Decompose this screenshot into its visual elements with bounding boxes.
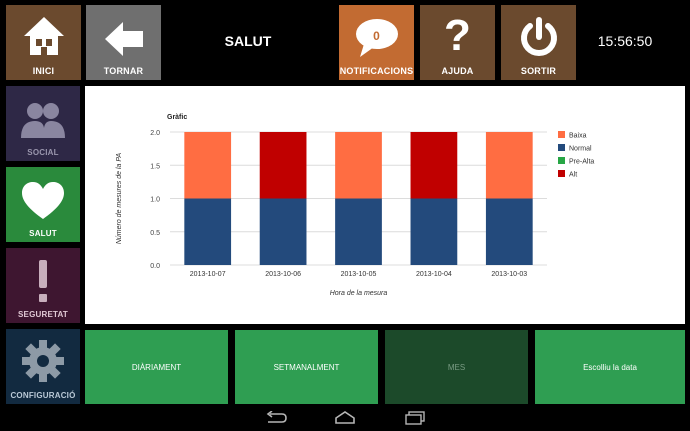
legend-label: Alt	[569, 172, 577, 179]
y-axis-title: Número de mesures de la PA	[116, 153, 123, 245]
sidebar-item-salut[interactable]: SALUT	[6, 167, 80, 242]
home-icon	[23, 17, 64, 55]
nav-home-icon[interactable]	[334, 411, 356, 425]
home-label: INICI	[32, 66, 55, 76]
notifications-count: 0	[373, 29, 380, 43]
y-tick-label: 1.0	[150, 197, 160, 204]
bar-segment-alt	[410, 132, 458, 199]
legend-swatch	[558, 170, 565, 177]
bar-segment-baixa	[485, 132, 533, 199]
legend-label: Normal	[569, 146, 592, 153]
power-icon	[520, 17, 557, 56]
heart-icon	[22, 182, 64, 219]
question-mark-icon: ?	[444, 11, 471, 60]
chart-title: Gràfic	[167, 114, 187, 121]
sidebar-item-seguretat[interactable]: SEGURETAT	[6, 248, 80, 323]
bar-segment-alt	[259, 132, 307, 199]
tab-daily-label: DIÀRIAMENT	[131, 362, 182, 372]
tab-month-label: MES	[447, 362, 466, 372]
notifications-label: NOTIFICACIONS	[339, 66, 414, 76]
sidebar-item-label: SEGURETAT	[18, 310, 68, 319]
tab-daily[interactable]: DIÀRIAMENT	[85, 330, 228, 404]
chart-panel: Gràfic 0.0 0.5 1.0 1.5 2.0 2013-10-07 2013-10-0…	[85, 86, 685, 324]
back-button[interactable]: TORNAR	[86, 5, 161, 80]
help-button[interactable]: ? AJUDA	[420, 5, 495, 80]
x-tick-label: 2013-10-04	[416, 271, 452, 278]
choose-date-button[interactable]: Escolliu la data	[535, 330, 685, 404]
back-arrow-icon	[104, 22, 143, 56]
sidebar-item-configuracio[interactable]: CONFIGURACIÓ	[6, 329, 80, 404]
gear-icon	[22, 340, 64, 382]
x-axis-title: Hora de la mesura	[330, 290, 388, 297]
notifications-button[interactable]: 0 NOTIFICACIONS	[339, 5, 414, 80]
legend-label: Baixa	[569, 133, 587, 140]
x-tick-label: 2013-10-06	[265, 271, 301, 278]
nav-recents-icon[interactable]	[404, 411, 426, 425]
home-button[interactable]: INICI	[6, 5, 81, 80]
legend-swatch	[558, 131, 565, 138]
x-tick-label: 2013-10-07	[190, 271, 226, 278]
bar-segment-normal	[184, 198, 232, 265]
sidebar-item-label: SOCIAL	[27, 148, 59, 157]
sidebar-item-label: CONFIGURACIÓ	[10, 391, 76, 400]
legend-label: Pre-Alta	[569, 159, 594, 166]
legend-swatch	[558, 144, 565, 151]
nav-back-icon[interactable]	[264, 411, 288, 425]
tab-weekly[interactable]: SETMANALMENT	[235, 330, 378, 404]
sidebar-item-social[interactable]: SOCIAL	[6, 86, 80, 161]
page-title: SALUT	[224, 33, 272, 49]
tab-weekly-label: SETMANALMENT	[273, 362, 340, 372]
bar-segment-baixa	[335, 132, 382, 199]
bar-segment-normal	[410, 198, 458, 265]
help-label: AJUDA	[441, 66, 474, 76]
exclamation-icon	[39, 260, 47, 302]
clock: 15:56:50	[597, 33, 653, 49]
system-nav-bar	[0, 405, 690, 431]
tab-month[interactable]: MES	[385, 330, 528, 404]
bar-segment-normal	[335, 198, 382, 265]
choose-date-label: Escolliu la data	[583, 362, 637, 372]
exit-label: SORTIR	[520, 66, 557, 76]
y-tick-label: 2.0	[150, 130, 160, 137]
bar-segment-normal	[259, 198, 307, 265]
sidebar-item-label: SALUT	[29, 229, 57, 238]
y-tick-label: 0.5	[150, 230, 160, 237]
exit-button[interactable]: SORTIR	[501, 5, 576, 80]
y-tick-label: 1.5	[150, 163, 160, 170]
legend-swatch	[558, 157, 565, 164]
bar-segment-baixa	[184, 132, 232, 199]
x-tick-label: 2013-10-03	[491, 271, 527, 278]
x-tick-label: 2013-10-05	[341, 271, 377, 278]
people-icon	[21, 103, 65, 138]
back-label: TORNAR	[103, 66, 144, 76]
y-tick-label: 0.0	[150, 263, 160, 270]
bar-segment-normal	[485, 198, 533, 265]
bar-chart: Gràfic 0.0 0.5 1.0 1.5 2.0 2013-10-07 2013-10-0…	[116, 114, 594, 297]
